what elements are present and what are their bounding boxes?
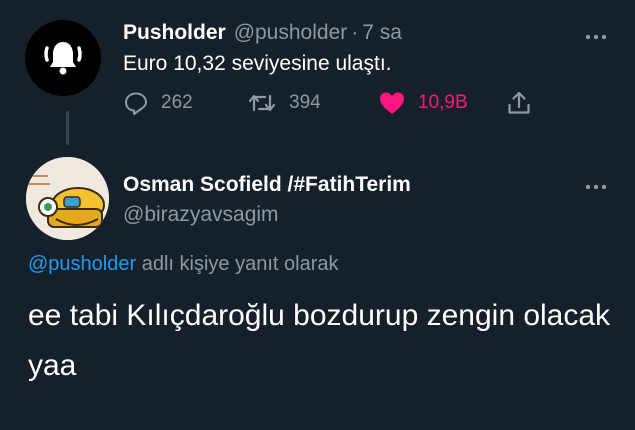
reply-author-handle[interactable]: @birazyavsagim xyxy=(123,203,279,227)
pusholder-avatar[interactable] xyxy=(25,20,101,96)
reply-author-name[interactable]: Osman Scofield /#FatihTerim xyxy=(123,173,411,197)
reply-context: @pusholder adlı kişiye yanıt olarak xyxy=(28,253,338,276)
retweet-icon xyxy=(248,94,276,112)
tweet-header: Pusholder @pusholder · 7 sa xyxy=(123,21,402,45)
share-button[interactable] xyxy=(506,90,532,116)
more-options-button[interactable] xyxy=(582,30,610,41)
like-count: 10,9B xyxy=(418,92,468,113)
like-button[interactable]: 10,9B xyxy=(378,90,468,116)
tweet-text: Euro 10,32 seviyesine ulaştı. xyxy=(123,52,392,75)
reply-more-options-button[interactable] xyxy=(582,180,610,191)
cartoon-avatar-image xyxy=(26,157,109,240)
author-name[interactable]: Pusholder xyxy=(123,21,226,45)
heart-icon xyxy=(380,92,404,114)
bell-icon xyxy=(44,42,82,75)
thread-connector-line xyxy=(66,111,69,145)
header-separator: · xyxy=(351,21,359,44)
more-horizontal-icon xyxy=(585,34,607,40)
reply-button[interactable]: 262 xyxy=(123,90,193,116)
reply-icon xyxy=(125,92,147,115)
reply-context-text: adlı kişiye yanıt olarak xyxy=(141,253,339,275)
retweet-count: 394 xyxy=(289,92,321,113)
share-icon xyxy=(508,91,530,114)
reply-text: ee tabi Kılıçdaroğlu bozdurup zengin ola… xyxy=(28,299,611,382)
reply-context-mention-link[interactable]: @pusholder xyxy=(28,253,136,275)
tweet-timestamp[interactable]: 7 sa xyxy=(362,21,402,45)
more-horizontal-icon xyxy=(585,184,607,190)
tweet-actions: 262 394 10,9B xyxy=(123,90,543,120)
osman-avatar[interactable] xyxy=(26,157,109,240)
retweet-button[interactable]: 394 xyxy=(247,90,321,116)
author-handle[interactable]: @pusholder xyxy=(234,21,348,45)
reply-count: 262 xyxy=(161,92,193,113)
